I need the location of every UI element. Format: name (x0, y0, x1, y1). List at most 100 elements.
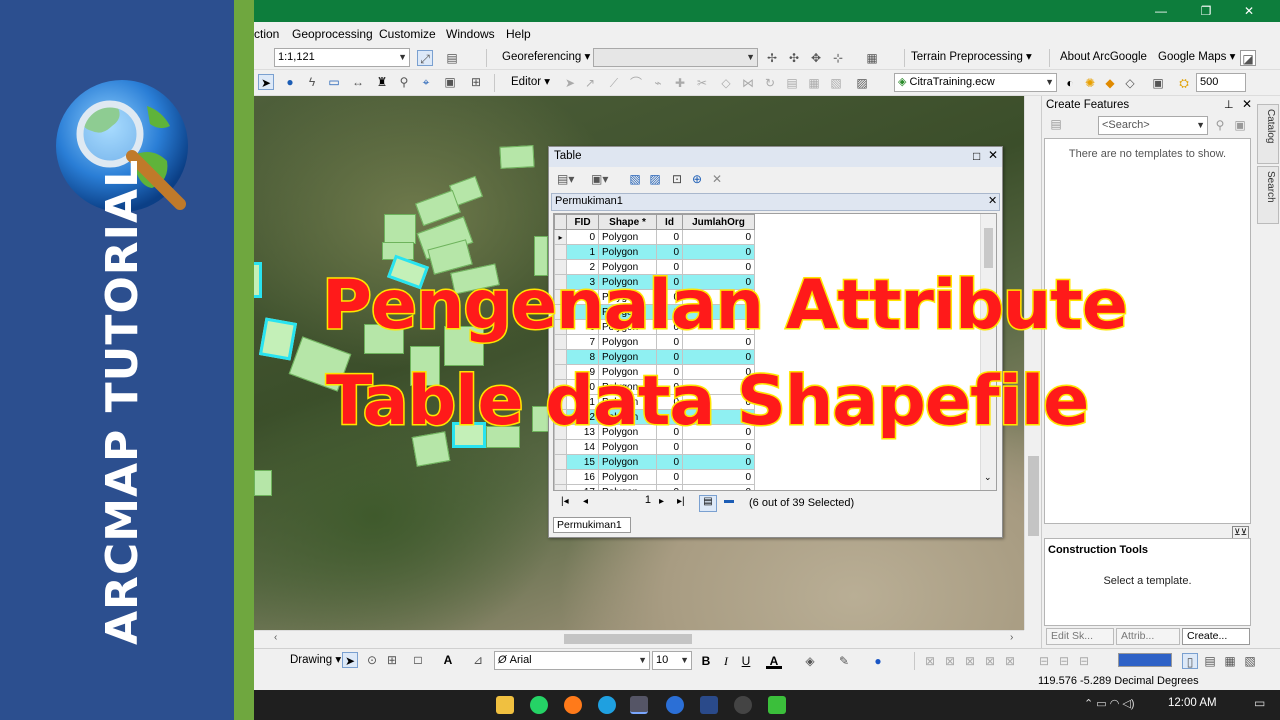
cell-shape[interactable]: Polygon (598, 469, 657, 485)
scale-tool-icon[interactable]: ⤢ (417, 50, 433, 66)
table-row[interactable]: 14 Polygon 0 0 (554, 439, 755, 455)
switch-selection-icon[interactable]: ▨ (647, 171, 663, 187)
underline-icon[interactable]: U (738, 653, 754, 669)
edge-icon[interactable] (598, 696, 616, 714)
georeferencing-menu[interactable]: Georeferencing ▾ (502, 46, 590, 68)
page-layout-icon[interactable]: ▯ (1182, 653, 1198, 669)
map-horizontal-scroll-thumb[interactable] (564, 634, 692, 644)
show-all-records-icon[interactable]: ▤ (699, 495, 717, 512)
add-control-points-icon[interactable]: ✢ (764, 50, 780, 66)
georef-layer-combo[interactable]: ▼ (593, 48, 758, 67)
minimize-button[interactable]: — (1144, 2, 1178, 20)
building-polygon[interactable] (499, 145, 535, 169)
row-header[interactable] (554, 244, 567, 260)
attribute-grid[interactable]: FID Shape * Id JumlahOrg ▸ 0 Polygon 0 0 1 Pol… (553, 213, 997, 491)
media-player-icon[interactable] (734, 696, 752, 714)
google-maps-menu[interactable]: Google Maps ▾ (1158, 46, 1235, 68)
tab-create-features[interactable]: Create... (1182, 628, 1250, 645)
building-polygon[interactable] (384, 214, 416, 244)
cell-id[interactable]: 0 (656, 484, 683, 490)
time-slider-icon[interactable]: ▣ (442, 74, 458, 90)
table-row[interactable]: ▸ 0 Polygon 0 0 (554, 229, 755, 245)
tab-attributes[interactable]: Attrib... (1116, 628, 1180, 645)
rotate-element-icon[interactable]: ⊙ (364, 652, 380, 668)
table-vertical-scrollbar[interactable]: ⌄ (980, 214, 996, 490)
template-search-input[interactable]: <Search> ▼ (1098, 116, 1208, 135)
cell-id[interactable]: 0 (656, 469, 683, 485)
brightness-icon[interactable]: ✺ (1082, 75, 1098, 91)
font-size-combo[interactable]: 10 ▼ (652, 651, 692, 670)
editor-menu[interactable]: Editor ▾ (511, 71, 550, 93)
zoom-value-spinner[interactable]: 500 (1196, 73, 1246, 92)
related-tables-icon[interactable]: ▣▾ (591, 171, 608, 187)
color-swatch-dropdown[interactable] (1118, 653, 1172, 667)
map-vertical-scroll-thumb[interactable] (1028, 456, 1039, 536)
chrome-icon[interactable] (666, 696, 684, 714)
maximize-button[interactable]: ❐ (1189, 2, 1223, 20)
file-explorer-icon[interactable] (496, 696, 514, 714)
cell-shape[interactable]: Polygon (598, 229, 657, 245)
last-record-icon[interactable]: ▸| (677, 496, 685, 507)
menu-item-windows[interactable]: Windows (446, 27, 495, 41)
row-header[interactable] (554, 454, 567, 470)
cell-jumlahorg[interactable]: 0 (682, 454, 755, 470)
raster-layer-combo[interactable]: ◈ CitraTraining.ecw ▼ (894, 73, 1057, 92)
cell-fid[interactable]: 14 (566, 439, 599, 455)
rectangle-icon[interactable]: □ (410, 652, 426, 668)
table-tab-permukiman1[interactable]: Permukiman1 (553, 517, 631, 533)
zoom-scale-icon[interactable]: ⛭ (1176, 75, 1192, 91)
cell-fid[interactable]: 17 (566, 484, 599, 490)
cell-jumlahorg[interactable]: 0 (682, 439, 755, 455)
transparency-icon[interactable]: ◆ (1102, 75, 1118, 91)
cell-id[interactable]: 0 (656, 454, 683, 470)
scroll-right-icon[interactable]: › (1010, 632, 1013, 643)
bold-icon[interactable]: B (698, 653, 714, 669)
cell-id[interactable]: 0 (656, 229, 683, 245)
select-elements-icon[interactable]: ➤ (342, 652, 358, 668)
create-viewer-icon[interactable]: ⊞ (468, 74, 484, 90)
selected-building-polygon[interactable] (254, 262, 262, 298)
find-icon[interactable]: ♜ (374, 74, 390, 90)
close-icon[interactable]: ✕ (988, 194, 997, 207)
about-arcgoogle-button[interactable]: About ArcGoogle (1060, 46, 1147, 68)
next-record-icon[interactable]: ▸ (659, 496, 664, 507)
html-popup-icon[interactable]: ▭ (326, 74, 342, 90)
contrast-icon[interactable]: ◐ (1062, 75, 1078, 91)
table-row[interactable]: 16 Polygon 0 0 (554, 469, 755, 485)
row-header[interactable] (554, 484, 567, 490)
building-polygon[interactable] (254, 470, 272, 496)
shift-icon[interactable]: ✥ (808, 50, 824, 66)
delete-selected-icon[interactable]: ✕ (709, 171, 725, 187)
cell-jumlahorg[interactable]: 0 (682, 484, 755, 490)
maximize-icon[interactable]: □ (973, 149, 980, 163)
map-horizontal-scrollbar[interactable]: ‹ › (254, 630, 1024, 646)
layout-tool-icon[interactable]: ▦ (1222, 653, 1238, 669)
template-properties-icon[interactable]: ▣ (1232, 117, 1248, 133)
scroll-left-icon[interactable]: ‹ (274, 632, 277, 643)
fill-color-icon[interactable]: ◈ (802, 653, 818, 669)
layout-tool-icon[interactable]: ▧ (1242, 653, 1258, 669)
identify-icon[interactable]: ● (282, 74, 298, 90)
table-window-title-bar[interactable]: Table □ ✕ (549, 147, 1002, 167)
first-record-icon[interactable]: |◂ (561, 496, 569, 507)
table-layer-tab-header[interactable]: Permukiman1 ✕ (551, 193, 1000, 211)
table-row[interactable]: 1 Polygon 0 0 (554, 244, 755, 260)
tab-edit-sketch[interactable]: Edit Sk... (1046, 628, 1114, 645)
font-color-icon[interactable]: A (766, 653, 782, 669)
terminal-icon[interactable] (700, 696, 718, 714)
zoom-whole-page-icon[interactable]: ⊞ (384, 652, 400, 668)
row-header[interactable] (554, 439, 567, 455)
swipe-icon[interactable]: ◇ (1122, 75, 1138, 91)
drawing-menu[interactable]: Drawing ▾ (290, 649, 341, 671)
edit-vertices-icon[interactable]: ⊿ (470, 652, 486, 668)
row-header[interactable] (554, 469, 567, 485)
chevron-down-icon[interactable]: ⌄ (984, 472, 992, 483)
menu-item-selection[interactable]: ction (254, 27, 279, 41)
link-table-icon[interactable]: ⊹ (830, 50, 846, 66)
cell-fid[interactable]: 15 (566, 454, 599, 470)
go-to-xy-icon[interactable]: ⌖ (418, 74, 434, 90)
terrain-preprocessing-menu[interactable]: Terrain Preprocessing ▾ (911, 46, 1032, 68)
cell-fid[interactable]: 1 (566, 244, 599, 260)
rotate-icon[interactable]: ✣ (786, 50, 802, 66)
cell-shape[interactable]: Polygon (598, 439, 657, 455)
